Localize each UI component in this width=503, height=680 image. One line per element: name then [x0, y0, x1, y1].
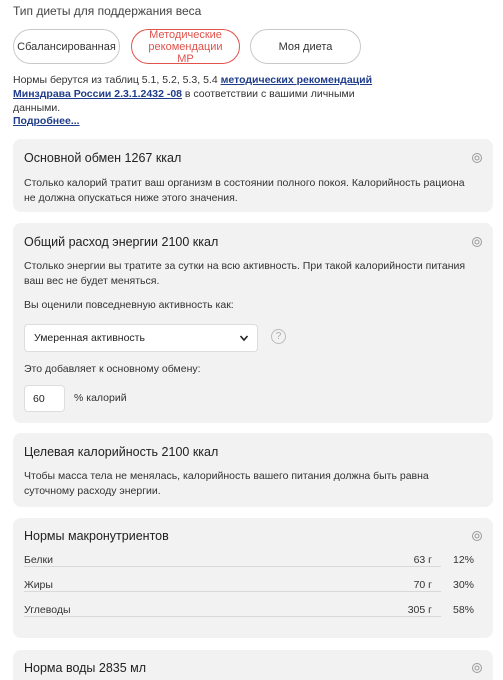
- macro-name: Углеводы: [24, 604, 71, 616]
- macro-grams: 70 г: [413, 579, 432, 591]
- help-icon[interactable]: ?: [271, 329, 286, 344]
- chevron-down-icon: [239, 335, 249, 342]
- norms-note: Нормы берутся из таблиц 5.1, 5.2, 5.3, 5…: [13, 73, 373, 115]
- diet-option-label: Сбалансированная: [17, 40, 116, 53]
- macros-card: Нормы макронутриентов Белки 63 г 12% Жир…: [13, 518, 493, 638]
- macro-grams: 305 г: [407, 604, 432, 616]
- energy-title: Общий расход энергии 2100 ккал: [24, 235, 219, 249]
- energy-description: Столько энергии вы тратите за сутки на в…: [24, 260, 466, 287]
- water-card: Норма воды 2835 мл: [13, 650, 493, 680]
- activity-select[interactable]: Умеренная активность: [24, 324, 258, 352]
- macro-row-fat: Жиры 70 г 30%: [24, 579, 484, 595]
- bmr-title: Основной обмен 1267 ккал: [24, 151, 182, 165]
- adds-label: Это добавляет к основному обмену:: [24, 363, 201, 375]
- macro-grams: 63 г: [413, 554, 432, 566]
- calorie-percent-input[interactable]: 60: [24, 385, 65, 412]
- target-title: Целевая калорийность 2100 ккал: [24, 445, 219, 459]
- energy-card: Общий расход энергии 2100 ккал Столько э…: [13, 223, 493, 423]
- gear-icon[interactable]: [471, 152, 483, 164]
- gear-icon[interactable]: [471, 236, 483, 248]
- calorie-percent-unit: % калорий: [74, 392, 127, 404]
- diet-option-custom[interactable]: Моя диета: [250, 29, 361, 64]
- macro-row-protein: Белки 63 г 12%: [24, 554, 484, 570]
- bmr-card: Основной обмен 1267 ккал Столько калорий…: [13, 139, 493, 212]
- macro-percent: 30%: [452, 579, 474, 591]
- macro-name: Белки: [24, 554, 53, 566]
- macro-percent: 58%: [452, 604, 474, 616]
- target-description: Чтобы масса тела не менялась, калорийнос…: [24, 470, 429, 497]
- norms-prefix: Нормы берутся из таблиц 5.1, 5.2, 5.3, 5…: [13, 74, 221, 86]
- gear-icon[interactable]: [471, 662, 483, 674]
- diet-option-label: Методические рекомендации МР: [148, 28, 223, 65]
- macro-divider: [24, 591, 441, 592]
- water-title: Норма воды 2835 мл: [24, 661, 147, 675]
- macros-title: Нормы макронутриентов: [24, 529, 169, 543]
- macro-percent: 12%: [452, 554, 474, 566]
- macro-divider: [24, 566, 441, 567]
- target-card: Целевая калорийность 2100 ккал Чтобы мас…: [13, 433, 493, 507]
- macro-divider: [24, 616, 441, 617]
- gear-icon[interactable]: [471, 530, 483, 542]
- activity-label: Вы оценили повседневную активность как:: [24, 299, 234, 311]
- diet-option-balanced[interactable]: Сбалансированная: [13, 29, 120, 64]
- more-link[interactable]: Подробнее...: [13, 115, 80, 127]
- diet-option-mr[interactable]: Методические рекомендации МР: [131, 28, 240, 65]
- activity-select-value: Умеренная активность: [34, 332, 145, 344]
- bmr-description: Столько калорий тратит ваш организм в со…: [24, 177, 465, 204]
- diet-type-title: Тип диеты для поддержания веса: [13, 4, 202, 18]
- macro-row-carbs: Углеводы 305 г 58%: [24, 604, 484, 620]
- diet-option-label: Моя диета: [278, 40, 333, 53]
- macro-name: Жиры: [24, 579, 53, 591]
